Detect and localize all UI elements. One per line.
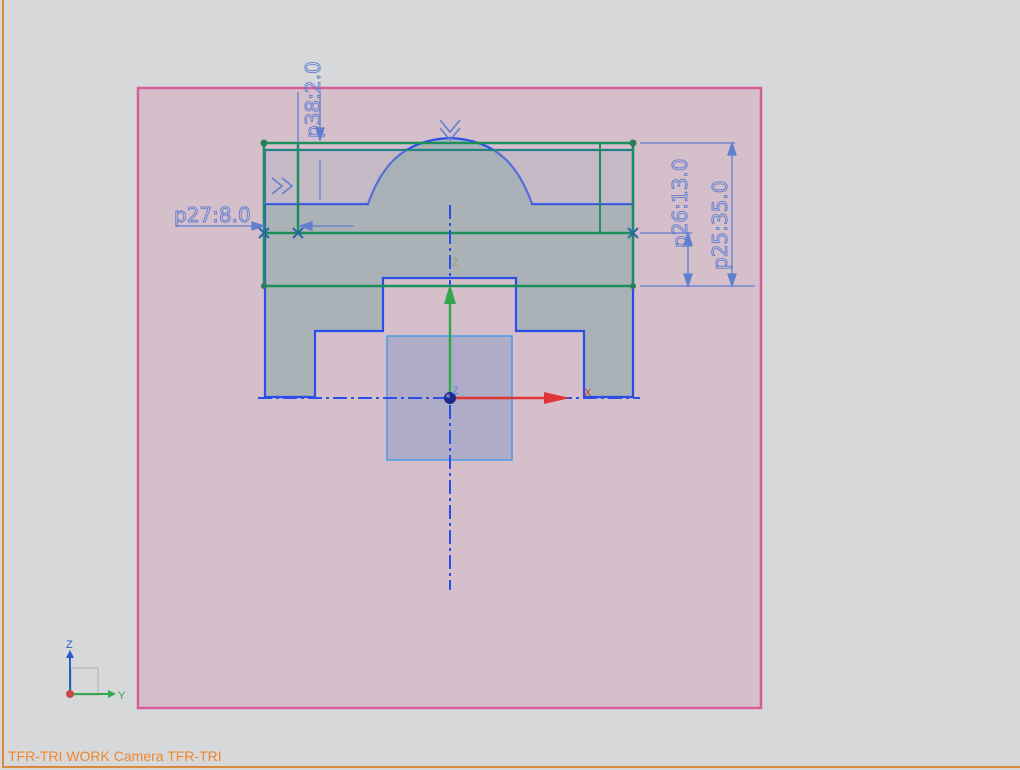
view-status-label: TFR-TRI WORK Camera TFR-TRI — [8, 748, 222, 764]
dimension-p38-label[interactable]: p38:2.0 — [301, 61, 326, 139]
graphics-viewport[interactable]: p38:2.0 p27:8.0 p26:13.0 p25:35.0 X Z Z … — [0, 0, 1020, 770]
view-triad[interactable] — [66, 650, 116, 698]
triad-z-label: Z — [66, 639, 73, 651]
csys-origin-label: Z — [452, 385, 459, 397]
triad-y-label: Y — [118, 690, 126, 702]
dimension-p27-label[interactable]: p27:8.0 — [174, 203, 252, 228]
csys-x-label: X — [584, 387, 592, 399]
viewport-frame-left — [2, 0, 4, 768]
dimension-p25-label[interactable]: p25:35.0 — [708, 180, 733, 270]
csys-z-label: Z — [452, 257, 459, 269]
viewport-frame-bottom — [2, 766, 1020, 768]
dimension-p26-label[interactable]: p26:13.0 — [668, 158, 693, 248]
sketch-canvas[interactable]: p38:2.0 p27:8.0 p26:13.0 p25:35.0 X Z Z … — [0, 0, 1020, 770]
